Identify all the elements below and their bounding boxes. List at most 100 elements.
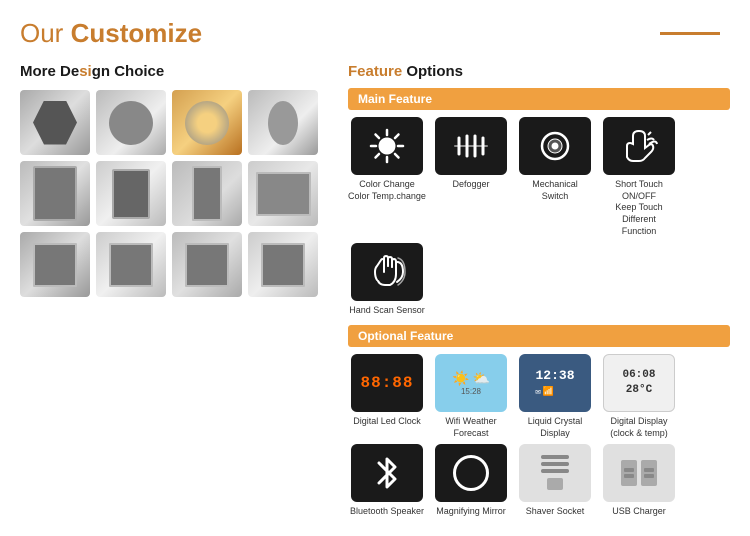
icon-shaver	[519, 444, 591, 502]
design-grid	[20, 90, 330, 297]
left-column: More Design Choice	[20, 63, 330, 525]
icon-digital-display: 06:08 28°C	[603, 354, 675, 412]
shaver-socket	[541, 455, 569, 490]
wide-shape	[256, 172, 311, 216]
hex-shape	[33, 101, 77, 145]
page: Our Customize More Design Choice	[0, 0, 750, 536]
digital-clock-label: Digital Led Clock	[353, 416, 421, 428]
main-feature-icons: Color ChangeColor Temp.change	[348, 117, 730, 317]
usb-slot-1	[624, 468, 634, 472]
usb-port-1	[621, 460, 637, 486]
usb-label: USB Charger	[612, 506, 666, 518]
icon-usb	[603, 444, 675, 502]
lcd-time: 12:38	[535, 368, 574, 385]
defogger-svg	[451, 126, 491, 166]
lcd-display: 12:38 ✉ 📶	[535, 368, 574, 399]
mirror-sq-2	[96, 232, 166, 297]
mirror-circle	[96, 90, 166, 155]
mirror-rect-1	[20, 161, 90, 226]
color-change-label: Color ChangeColor Temp.change	[348, 179, 426, 202]
header-line	[660, 32, 720, 35]
touch-label: Short Touch ON/OFFKeep Touch DifferentFu…	[600, 179, 678, 237]
rect-shape-2	[112, 169, 150, 219]
display-time: 06:08	[622, 368, 655, 383]
feature-magnify: Magnifying Mirror	[432, 444, 510, 518]
bluetooth-svg	[371, 453, 403, 493]
mirror-oval	[248, 90, 318, 155]
mirror-tall	[172, 161, 242, 226]
page-title: Our Customize	[20, 18, 202, 49]
switch-svg	[535, 126, 575, 166]
sun-icon: ☀️	[452, 370, 469, 387]
main-content: More Design Choice	[20, 63, 730, 525]
cloud-icon: ⛅	[473, 370, 490, 387]
icon-touch	[603, 117, 675, 175]
main-feature-header: Main Feature	[348, 88, 730, 110]
usb-port-2	[641, 460, 657, 486]
usb-slot-4	[644, 474, 654, 478]
digital-display-label: Digital Display(clock & temp)	[610, 416, 668, 439]
feature-weather: ☀️ ⛅ 15:28 Wifi Weather Forecast	[432, 354, 510, 439]
feature-hand-scan: Hand Scan Sensor	[348, 243, 426, 317]
mirror-wide	[248, 161, 318, 226]
icon-hand-scan	[351, 243, 423, 301]
right-section-title: Feature Options	[348, 63, 730, 80]
lcd-label: Liquid Crystal Display	[516, 416, 594, 439]
defogger-label: Defogger	[452, 179, 489, 191]
mirror-circle-light	[172, 90, 242, 155]
feature-switch: MechanicalSwitch	[516, 117, 594, 237]
icon-bluetooth	[351, 444, 423, 502]
design-row-1	[20, 90, 330, 155]
feature-usb: USB Charger	[600, 444, 678, 518]
tall-shape	[192, 166, 222, 221]
magnify-container	[451, 453, 491, 493]
hand-scan-svg	[367, 252, 407, 292]
feature-title-highlight: Feature	[348, 63, 402, 80]
title-highlight: Customize	[71, 18, 202, 48]
weather-time: 15:28	[461, 387, 481, 396]
right-column: Feature Options Main Feature	[348, 63, 730, 525]
icon-brightness	[351, 117, 423, 175]
optional-feature-section: Optional Feature 88:88 Digital Led Clock	[348, 325, 730, 517]
bluetooth-label: Bluetooth Speaker	[350, 506, 424, 518]
mirror-sq-4	[248, 232, 318, 297]
shaver-line-3	[541, 469, 569, 473]
hand-scan-label: Hand Scan Sensor	[349, 305, 425, 317]
magnify-label: Magnifying Mirror	[436, 506, 506, 518]
brightness-svg	[367, 126, 407, 166]
mirror-hexagon	[20, 90, 90, 155]
icon-weather: ☀️ ⛅ 15:28	[435, 354, 507, 412]
feature-bluetooth: Bluetooth Speaker	[348, 444, 426, 518]
mirror-sq-3	[172, 232, 242, 297]
lcd-icon-2: 📶	[543, 387, 554, 399]
icon-lcd: 12:38 ✉ 📶	[519, 354, 591, 412]
usb-ports	[621, 460, 657, 486]
clock-display: 88:88	[360, 374, 413, 392]
feature-digital-clock: 88:88 Digital Led Clock	[348, 354, 426, 439]
feature-digital-display: 06:08 28°C Digital Display(clock & temp)	[600, 354, 678, 439]
oval-shape	[268, 101, 298, 145]
feature-shaver: Shaver Socket	[516, 444, 594, 518]
design-row-3	[20, 232, 330, 297]
sq-shape-1	[33, 243, 77, 287]
lcd-icon-1: ✉	[535, 387, 540, 399]
weather-label: Wifi Weather Forecast	[432, 416, 510, 439]
icon-defogger	[435, 117, 507, 175]
rect-shape-1	[33, 166, 77, 221]
feature-lcd: 12:38 ✉ 📶 Liquid Crystal Display	[516, 354, 594, 439]
optional-feature-header: Optional Feature	[348, 325, 730, 347]
mirror-sq-1	[20, 232, 90, 297]
digital-display-content: 06:08 28°C	[622, 368, 655, 399]
usb-slot-3	[644, 468, 654, 472]
optional-row-1: 88:88 Digital Led Clock ☀️ ⛅	[348, 354, 730, 439]
feature-defogger: Defogger	[432, 117, 510, 237]
circle-light-shape	[185, 101, 229, 145]
sq-shape-4	[261, 243, 305, 287]
circle-shape	[109, 101, 153, 145]
shaver-plug	[547, 478, 563, 490]
shaver-line-1	[541, 455, 569, 459]
touch-svg	[619, 126, 659, 166]
display-temp: 28°C	[622, 383, 655, 398]
left-section-title: More Design Choice	[20, 63, 330, 80]
usb-slot-2	[624, 474, 634, 478]
